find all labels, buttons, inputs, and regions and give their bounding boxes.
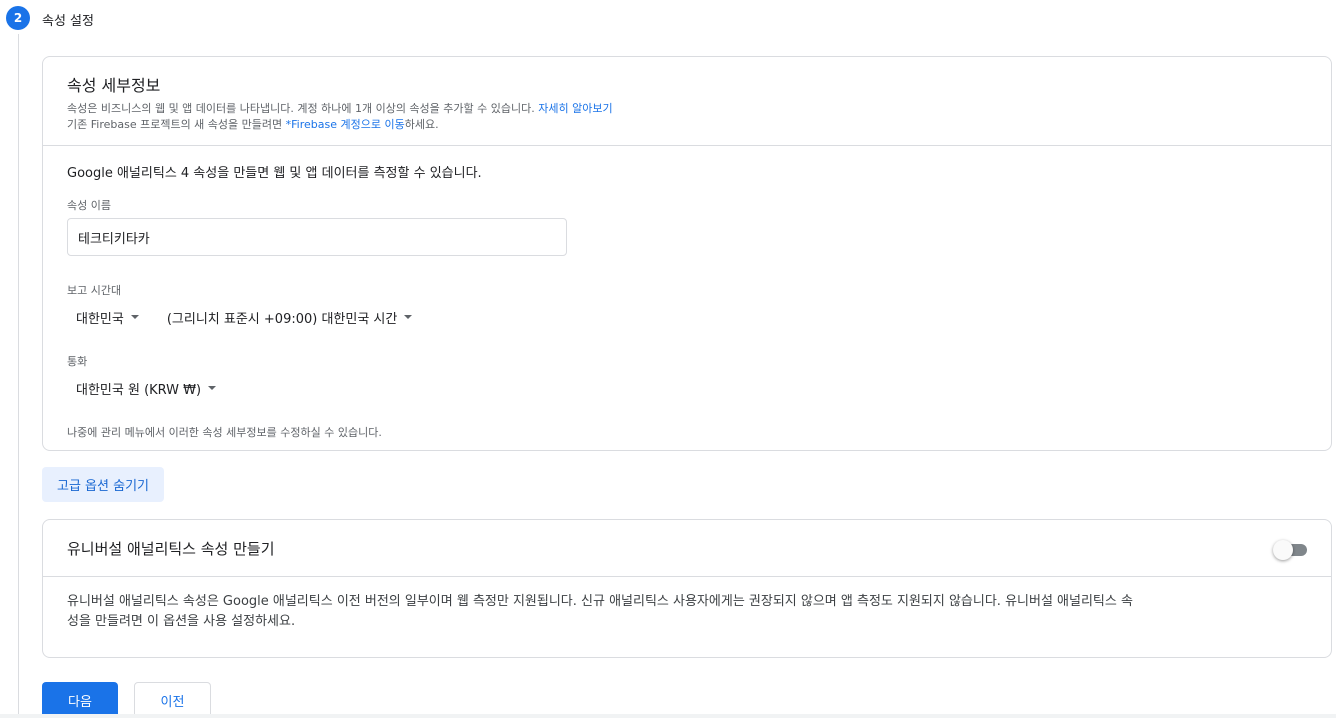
firebase-text-prefix: 기존 Firebase 프로젝트의 새 속성을 만들려면	[67, 118, 283, 131]
step-number-badge: 2	[6, 6, 30, 30]
universal-analytics-description: 유니버설 애널리틱스 속성은 Google 애널리틱스 이전 버전의 일부이며 …	[43, 577, 1331, 647]
timezone-row: 대한민국 (그리니치 표준시 +09:00) 대한민국 시간	[67, 303, 1307, 331]
bottom-bar	[0, 714, 1336, 718]
country-dropdown[interactable]: 대한민국	[76, 308, 139, 327]
edit-later-footnote: 나중에 관리 메뉴에서 이러한 속성 세부정보를 수정하실 수 있습니다.	[67, 426, 382, 439]
stepper-line	[18, 34, 19, 718]
caret-down-icon	[130, 315, 139, 319]
ua-description-line1: 유니버설 애널리틱스 속성은 Google 애널리틱스 이전 버전의 일부이며 …	[67, 594, 1133, 609]
ua-description-line2: 성을 만들려면 이 옵션을 사용 설정하세요.	[67, 614, 296, 629]
property-description-text: 속성은 비즈니스의 웹 및 앱 데이터를 나타냅니다. 계정 하나에 1개 이상…	[67, 102, 535, 115]
currency-value: 대한민국 원 (KRW ₩)	[76, 382, 202, 398]
property-details-card: 속성 세부정보 속성은 비즈니스의 웹 및 앱 데이터를 나타냅니다. 계정 하…	[42, 56, 1332, 451]
property-name-value: 테크티키타카	[78, 231, 150, 247]
property-details-title: 속성 세부정보	[67, 76, 161, 95]
caret-down-icon	[404, 315, 413, 319]
property-details-header: 속성 세부정보 속성은 비즈니스의 웹 및 앱 데이터를 나타냅니다. 계정 하…	[43, 57, 1331, 146]
property-description-line1: 속성은 비즈니스의 웹 및 앱 데이터를 나타냅니다. 계정 하나에 1개 이상…	[67, 101, 1307, 117]
property-name-label: 속성 이름	[67, 199, 111, 212]
timezone-dropdown[interactable]: (그리니치 표준시 +09:00) 대한민국 시간	[167, 308, 413, 327]
property-name-input[interactable]: 테크티키타카	[67, 218, 567, 256]
firebase-text-suffix: 하세요.	[404, 118, 439, 131]
toggle-knob	[1273, 540, 1293, 560]
currency-label: 통화	[67, 355, 88, 368]
ga4-intro-text: Google 애널리틱스 4 속성을 만들면 웹 및 앱 데이터를 측정할 수 …	[67, 166, 482, 181]
currency-row: 대한민국 원 (KRW ₩)	[67, 374, 1307, 402]
country-value: 대한민국	[76, 311, 124, 327]
timezone-value: (그리니치 표준시 +09:00) 대한민국 시간	[166, 311, 398, 327]
learn-more-link[interactable]: 자세히 알아보기	[538, 102, 612, 115]
hide-advanced-options-button[interactable]: 고급 옵션 숨기기	[42, 467, 164, 502]
currency-dropdown[interactable]: 대한민국 원 (KRW ₩)	[76, 379, 217, 398]
property-description-line2: 기존 Firebase 프로젝트의 새 속성을 만들려면 *Firebase 계…	[67, 117, 1307, 133]
next-button[interactable]: 다음	[42, 682, 118, 718]
step-title: 속성 설정	[42, 14, 94, 29]
universal-analytics-card: 유니버설 애널리틱스 속성 만들기 유니버설 애널리틱스 속성은 Google …	[42, 519, 1332, 658]
firebase-account-link[interactable]: *Firebase 계정으로 이동	[286, 118, 405, 131]
property-details-body: Google 애널리틱스 4 속성을 만들면 웹 및 앱 데이터를 측정할 수 …	[43, 146, 1331, 456]
universal-analytics-toggle[interactable]	[1273, 538, 1307, 560]
reporting-timezone-label: 보고 시간대	[67, 284, 122, 297]
universal-analytics-header: 유니버설 애널리틱스 속성 만들기	[43, 520, 1331, 577]
universal-analytics-title: 유니버설 애널리틱스 속성 만들기	[67, 539, 275, 558]
previous-button[interactable]: 이전	[134, 682, 211, 718]
caret-down-icon	[208, 386, 217, 390]
